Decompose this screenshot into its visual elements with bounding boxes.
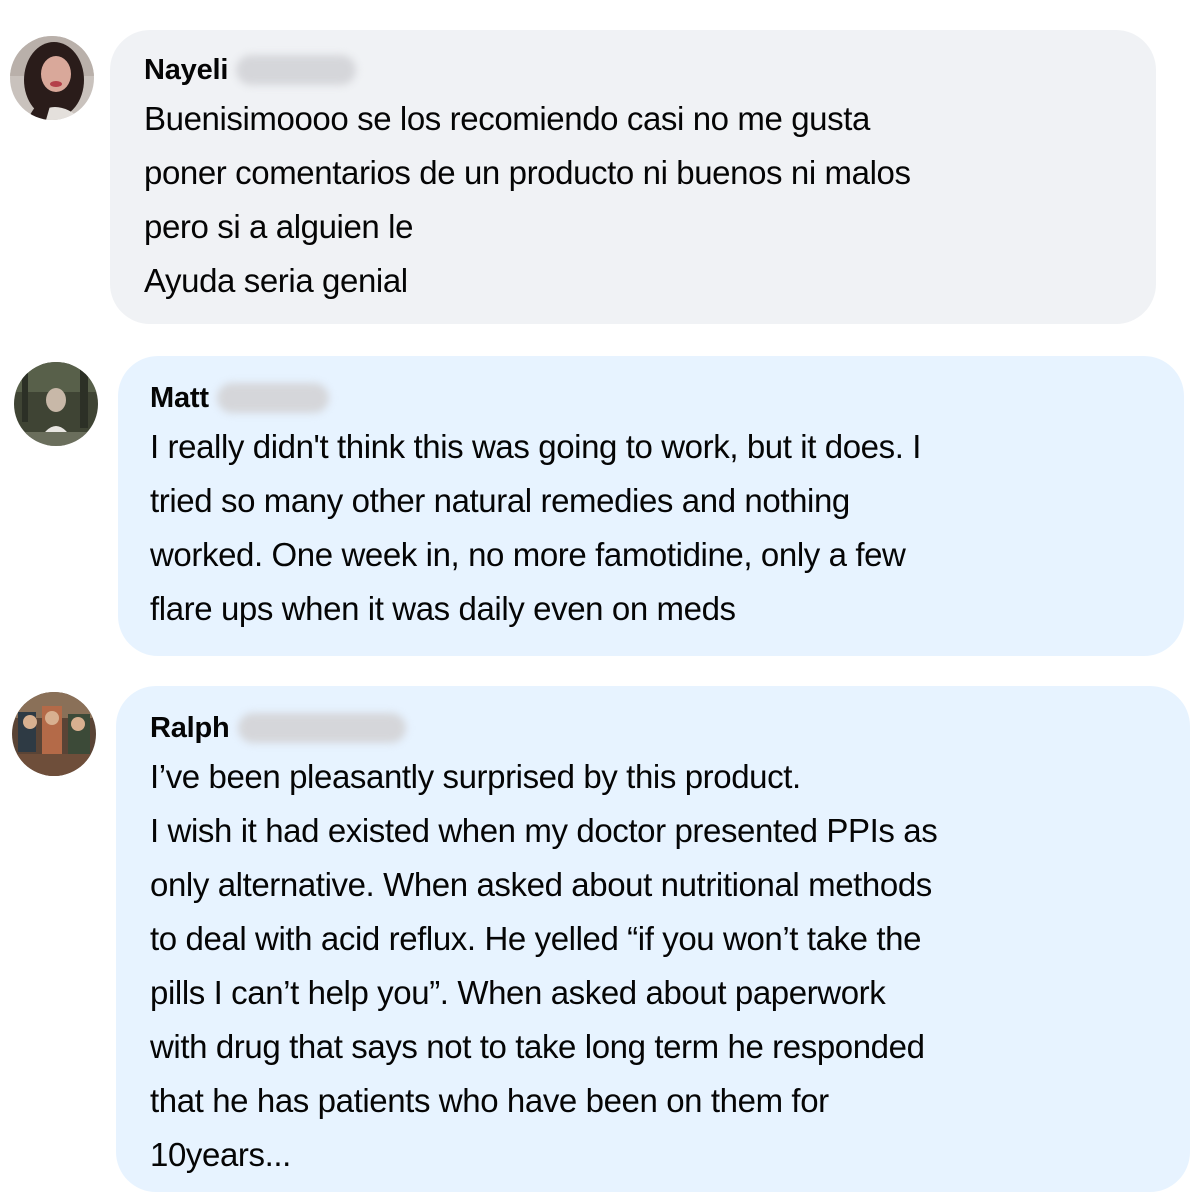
comment-author[interactable]: Nayeli <box>144 54 228 87</box>
comment-text: I really didn't think this was going to … <box>150 420 1184 636</box>
avatar-image <box>10 36 94 120</box>
comment-line: Buenisimoooo se los recomiendo casi no m… <box>144 100 870 137</box>
redacted-surname <box>236 55 357 85</box>
comment-text: Buenisimoooo se los recomiendo casi no m… <box>144 92 1156 308</box>
redacted-surname <box>216 383 329 413</box>
comment-author[interactable]: Ralph <box>150 712 230 745</box>
comment-line: to deal with acid reflux. He yelled “if … <box>150 920 922 957</box>
comment-line: pills I can’t help you”. When asked abou… <box>150 974 886 1011</box>
avatar[interactable] <box>14 362 98 446</box>
comment-text: I’ve been pleasantly surprised by this p… <box>150 750 1190 1182</box>
avatar-image <box>12 692 96 776</box>
comment-line: I’ve been pleasantly surprised by this p… <box>150 758 801 795</box>
comment-bubble: Ralph I’ve been pleasantly surprised by … <box>116 686 1190 1192</box>
comment-author[interactable]: Matt <box>150 382 209 415</box>
redacted-surname <box>237 713 406 743</box>
comment-line: 10years... <box>150 1136 291 1173</box>
comment-line: worked. One week in, no more famotidine,… <box>150 536 906 573</box>
avatar-image <box>14 362 98 446</box>
comment-bubble: Matt I really didn't think this was goin… <box>118 356 1184 656</box>
comment-line: tried so many other natural remedies and… <box>150 482 850 519</box>
comment-line: I really didn't think this was going to … <box>150 428 922 465</box>
comment-line: flare ups when it was daily even on meds <box>150 590 736 627</box>
avatar[interactable] <box>12 692 96 776</box>
comment-line: pero si a alguien le <box>144 208 414 245</box>
comment-line: I wish it had existed when my doctor pre… <box>150 812 938 849</box>
comment-line: that he has patients who have been on th… <box>150 1082 829 1119</box>
comment-line: only alternative. When asked about nutri… <box>150 866 932 903</box>
comment-line: Ayuda seria genial <box>144 262 408 299</box>
comment-bubble: Nayeli Buenisimoooo se los recomiendo ca… <box>110 30 1156 324</box>
comment-line: poner comentarios de un producto ni buen… <box>144 154 911 191</box>
comment-line: with drug that says not to take long ter… <box>150 1028 925 1065</box>
avatar[interactable] <box>10 36 94 120</box>
